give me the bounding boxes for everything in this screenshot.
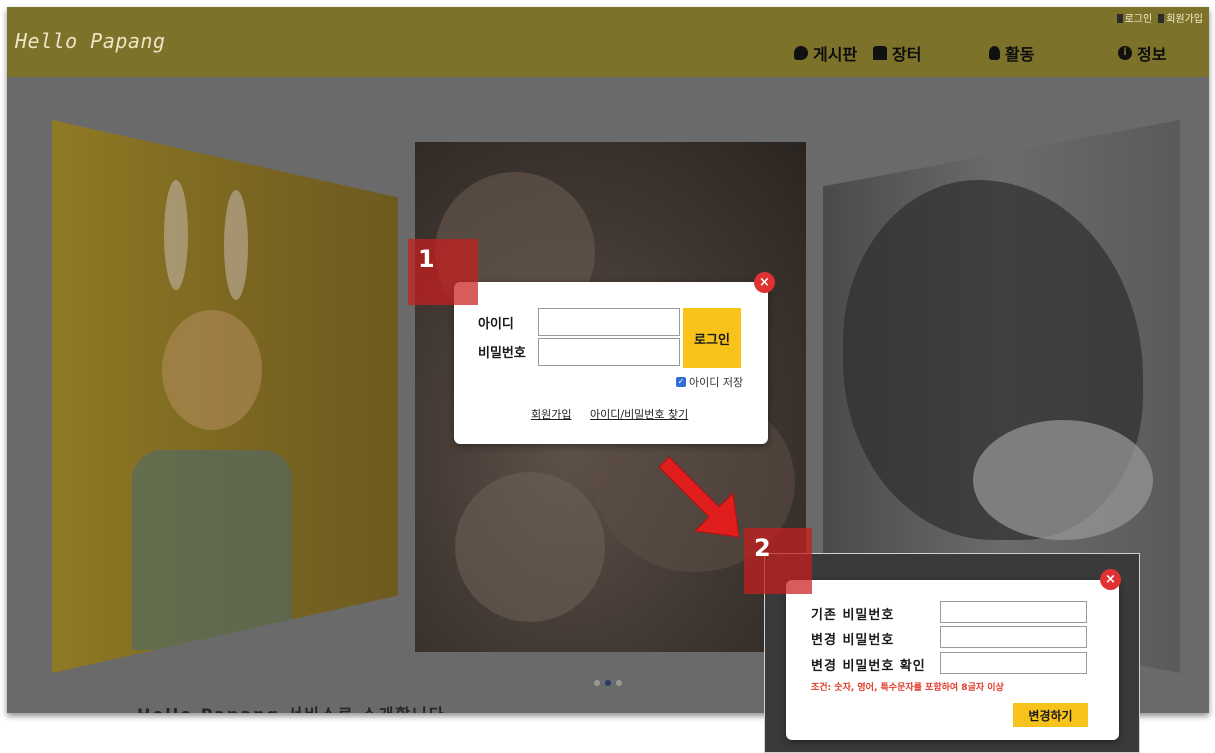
remember-id-option[interactable]: ✓ 아이디 저장 bbox=[676, 374, 743, 390]
close-login-modal-button[interactable]: × bbox=[754, 272, 775, 293]
password-condition-text: 조건: 숫자, 영어, 특수문자를 포함하여 8글자 이상 bbox=[811, 683, 1004, 693]
auth-links: 로그인 회원가입 bbox=[1116, 10, 1203, 25]
close-password-modal-button[interactable]: × bbox=[1100, 569, 1121, 590]
arrow-down-right-icon bbox=[658, 456, 740, 538]
nav-info-label: 정보 bbox=[1137, 45, 1167, 64]
nav-activity[interactable]: 활동 bbox=[989, 41, 1034, 65]
change-password-button[interactable]: 변경하기 bbox=[1013, 703, 1088, 727]
id-input[interactable] bbox=[538, 308, 680, 336]
login-link-label: 로그인 bbox=[1124, 14, 1153, 25]
remember-id-checkbox[interactable]: ✓ bbox=[676, 377, 686, 387]
store-icon bbox=[873, 46, 887, 60]
lightbulb-icon bbox=[989, 46, 1000, 60]
confirm-password-label: 변경 비밀번호 확인 bbox=[811, 659, 926, 674]
current-password-label: 기존 비밀번호 bbox=[811, 608, 895, 623]
signup-link-label: 회원가입 bbox=[1166, 14, 1203, 25]
new-password-label: 변경 비밀번호 bbox=[811, 633, 895, 648]
signup-modal-link[interactable]: 회원가입 bbox=[531, 406, 571, 422]
signup-link[interactable]: 회원가입 bbox=[1158, 10, 1203, 25]
carousel-indicators bbox=[594, 680, 622, 686]
carousel-dot-active[interactable] bbox=[605, 680, 611, 686]
login-modal: × 아이디 비밀번호 로그인 ✓ 아이디 저장 회원가입 아이디/비밀번호 찾기 bbox=[454, 272, 775, 444]
info-icon: i bbox=[1118, 46, 1132, 60]
document-icon bbox=[1158, 14, 1165, 23]
login-link[interactable]: 로그인 bbox=[1116, 10, 1153, 25]
nav-board[interactable]: 게시판 bbox=[794, 41, 857, 65]
id-label: 아이디 bbox=[478, 317, 514, 332]
child-figure bbox=[132, 450, 292, 650]
annotation-badge: 2 bbox=[744, 528, 812, 594]
site-logo[interactable]: Hello Papang bbox=[15, 29, 166, 53]
current-password-input[interactable] bbox=[940, 601, 1087, 623]
carousel-dot[interactable] bbox=[594, 680, 600, 686]
confirm-password-input[interactable] bbox=[940, 652, 1087, 674]
header-bar: Hello Papang 로그인 회원가입 게시판 장터 활동 i 정보 bbox=[7, 7, 1209, 77]
nav-info[interactable]: i 정보 bbox=[1118, 41, 1166, 65]
bunny-ear bbox=[224, 190, 248, 300]
carousel-slide-left[interactable] bbox=[52, 120, 398, 673]
child-figure bbox=[162, 310, 262, 430]
new-password-input[interactable] bbox=[940, 626, 1087, 648]
remember-id-label: 아이디 저장 bbox=[689, 376, 744, 389]
carousel-dot[interactable] bbox=[616, 680, 622, 686]
annotation-badge: 1 bbox=[408, 239, 478, 305]
find-account-link[interactable]: 아이디/비밀번호 찾기 bbox=[590, 406, 688, 422]
login-button[interactable]: 로그인 bbox=[683, 308, 741, 368]
speech-bubble-icon bbox=[794, 46, 808, 60]
document-icon bbox=[1116, 14, 1123, 23]
intro-caption: Hello Papang 서비스로 소개합니다 bbox=[137, 701, 446, 713]
nav-activity-label: 활동 bbox=[1005, 45, 1035, 64]
nav-market-label: 장터 bbox=[892, 45, 922, 64]
password-label: 비밀번호 bbox=[478, 346, 526, 361]
bunny-ear bbox=[164, 180, 188, 290]
photo-shape bbox=[455, 472, 605, 622]
password-change-modal: × 기존 비밀번호 변경 비밀번호 변경 비밀번호 확인 조건: 숫자, 영어,… bbox=[786, 569, 1121, 740]
nav-market[interactable]: 장터 bbox=[873, 41, 921, 65]
password-input[interactable] bbox=[538, 338, 680, 366]
baby-figure bbox=[973, 420, 1153, 540]
nav-board-label: 게시판 bbox=[813, 45, 858, 64]
